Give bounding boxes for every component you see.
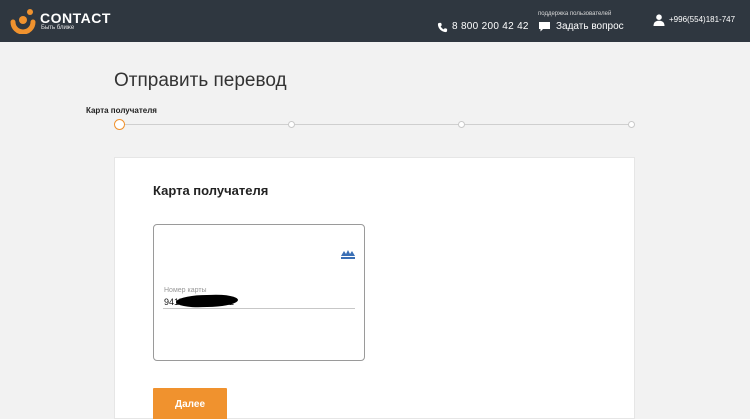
- support-caption: поддержка пользователей: [538, 11, 612, 17]
- brand-name: CONTACT: [40, 10, 111, 26]
- progress-stepper: [114, 119, 638, 131]
- step-4: [628, 121, 635, 128]
- user-icon: [653, 14, 665, 26]
- current-step-label: Карта получателя: [86, 106, 157, 115]
- next-button[interactable]: Далее: [153, 388, 227, 419]
- chat-icon: [539, 22, 550, 32]
- top-header: CONTACT Быть ближе 8 800 200 42 42 подде…: [0, 0, 750, 42]
- contact-logo-icon[interactable]: [10, 8, 36, 34]
- step-2: [288, 121, 295, 128]
- user-account-link[interactable]: +996(554)181-747: [669, 15, 735, 24]
- recipient-card: Номер карты: [153, 224, 365, 361]
- phone-icon: [437, 22, 448, 33]
- support-phone-link[interactable]: 8 800 200 42 42: [452, 21, 529, 32]
- step-3: [458, 121, 465, 128]
- page-title: Отправить перевод: [114, 70, 287, 91]
- ask-question-link[interactable]: Задать вопрос: [556, 21, 624, 32]
- step-1-active: [114, 119, 125, 130]
- transfer-form-panel: Карта получателя Номер карты Далее: [114, 157, 635, 419]
- bank-logo-icon: [341, 250, 355, 259]
- section-title: Карта получателя: [153, 183, 269, 198]
- brand-tagline: Быть ближе: [41, 25, 75, 31]
- stepper-line: [124, 124, 634, 125]
- card-number-label: Номер карты: [164, 287, 207, 294]
